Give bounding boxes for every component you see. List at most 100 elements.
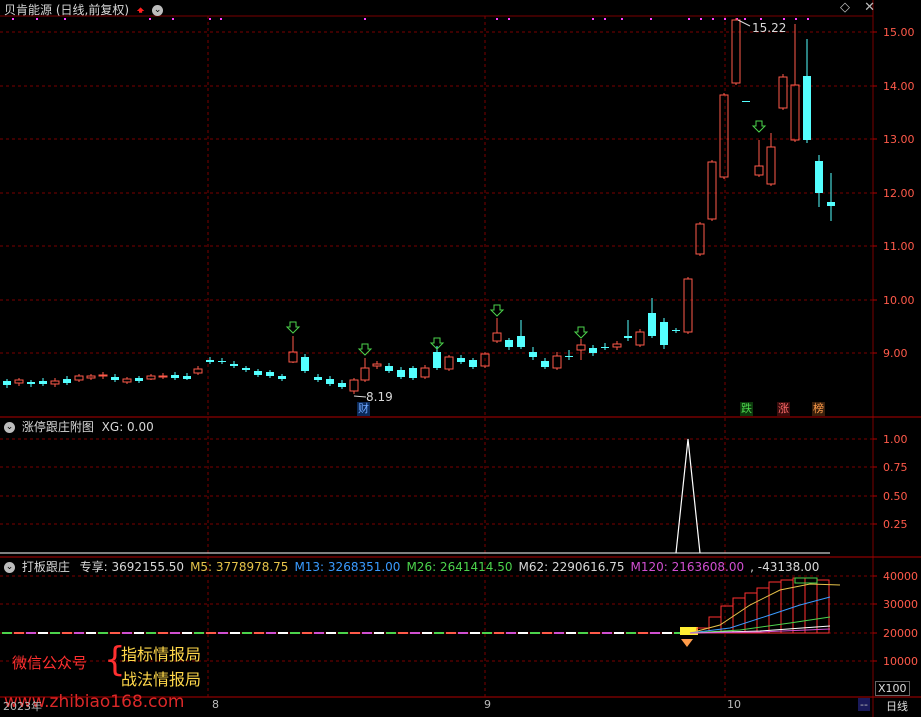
signal-dot bbox=[220, 18, 222, 20]
candle-26 bbox=[314, 374, 322, 382]
sub1-tick-label: 0.50 bbox=[883, 490, 908, 503]
candle-body bbox=[171, 375, 179, 378]
candle-39 bbox=[469, 358, 477, 369]
signal-dot bbox=[496, 18, 498, 20]
up-arrow-icon: 🠹 bbox=[136, 3, 145, 17]
candle-body bbox=[766, 146, 776, 185]
signal-dot bbox=[724, 18, 726, 20]
watermark-left: 微信公众号 bbox=[12, 654, 88, 672]
signal-dot bbox=[508, 18, 510, 20]
candle-body bbox=[326, 379, 334, 384]
candle-body bbox=[135, 378, 143, 381]
candle-body bbox=[146, 375, 156, 380]
flag-zhang[interactable]: 涨 bbox=[777, 402, 790, 416]
candle-body bbox=[301, 357, 309, 371]
axis-label-sep: 9 bbox=[484, 698, 491, 711]
candle-66 bbox=[790, 24, 800, 142]
candle-body bbox=[349, 379, 359, 392]
candle-21 bbox=[254, 369, 262, 377]
candle-body bbox=[122, 378, 132, 383]
stock-name: 贝肯能源 bbox=[4, 3, 53, 17]
candle-body bbox=[672, 330, 680, 331]
sub2-indicator-2: M13: 3268351.00 bbox=[294, 560, 401, 574]
candle-10 bbox=[122, 377, 132, 384]
window-controls: ◇ ✕ bbox=[840, 0, 875, 15]
signal-dot bbox=[592, 18, 594, 20]
price-tick-label: 12.00 bbox=[883, 187, 915, 200]
candle-2 bbox=[27, 380, 35, 387]
candle-41 bbox=[492, 318, 502, 343]
signal-dot bbox=[172, 18, 174, 20]
candle-53 bbox=[635, 329, 645, 347]
candle-37 bbox=[444, 355, 454, 371]
candle-68 bbox=[815, 155, 823, 207]
sub2-step-bar bbox=[804, 577, 818, 634]
sub1-chevron-icon[interactable]: ⌄ bbox=[4, 422, 15, 433]
candle-body bbox=[360, 367, 370, 381]
candle-body bbox=[218, 361, 226, 362]
candle-54 bbox=[648, 298, 656, 338]
flag-cai[interactable]: 财 bbox=[357, 402, 370, 416]
candle-24 bbox=[288, 336, 298, 363]
candle-3 bbox=[39, 378, 47, 386]
down-arrow-icon bbox=[285, 321, 301, 334]
chart-canvas[interactable]: 15.00 14.00 13.00 12.00 11.00 10.00 9.00 1.00 0.… bbox=[0, 0, 921, 717]
candle-16 bbox=[193, 366, 203, 375]
candle-7 bbox=[86, 374, 96, 380]
candle-body bbox=[86, 375, 96, 379]
candle-body bbox=[206, 360, 214, 362]
price-tick-label: 13.00 bbox=[883, 133, 915, 146]
price-tick-label: 14.00 bbox=[883, 80, 915, 93]
period-button[interactable]: 日线 bbox=[886, 698, 908, 714]
sub2-indicator-4: M62: 2290616.75 bbox=[518, 560, 625, 574]
down-arrow-icon bbox=[751, 120, 767, 133]
sub2-chevron-icon[interactable]: ⌄ bbox=[4, 562, 15, 573]
candle-body bbox=[803, 76, 811, 140]
candle-17 bbox=[206, 357, 214, 364]
high-price-label: 15.22 bbox=[752, 21, 786, 35]
candle-body bbox=[397, 370, 405, 377]
candle-4 bbox=[50, 378, 60, 387]
candle-body bbox=[27, 382, 35, 384]
diamond-icon[interactable]: ◇ bbox=[840, 0, 850, 15]
signal-dot bbox=[209, 18, 211, 20]
candle-body bbox=[815, 161, 823, 193]
candle-28 bbox=[338, 380, 346, 389]
sub2-green-box bbox=[794, 577, 818, 584]
candle-27 bbox=[326, 376, 334, 386]
candle-20 bbox=[242, 366, 250, 372]
sub2-tick-label: 10000 bbox=[883, 655, 918, 668]
candle-body bbox=[552, 355, 562, 369]
signal-dot bbox=[364, 18, 366, 20]
candle-57 bbox=[683, 277, 693, 334]
period-label: (日线,前复权) bbox=[55, 3, 130, 17]
candle-body bbox=[742, 101, 750, 102]
candle-47 bbox=[565, 350, 573, 360]
signal-dot bbox=[744, 18, 746, 20]
candle-51 bbox=[612, 341, 622, 350]
candle-body bbox=[683, 278, 693, 333]
candle-61 bbox=[731, 18, 741, 85]
candle-69 bbox=[827, 173, 835, 221]
sub1-xg-value: XG: 0.00 bbox=[101, 420, 154, 434]
signal-dot bbox=[760, 18, 762, 20]
flag-bang[interactable]: 榜 bbox=[812, 402, 825, 416]
flag-die[interactable]: 跌 bbox=[740, 402, 753, 416]
sub2-step-bar bbox=[744, 592, 758, 634]
candle-body bbox=[505, 340, 513, 347]
candle-6 bbox=[74, 374, 84, 382]
sub2-indicator-6: , -43138.00 bbox=[750, 560, 820, 574]
collapse-chevron-icon[interactable]: ⌄ bbox=[152, 5, 164, 16]
candle-42 bbox=[505, 338, 513, 350]
candle-38 bbox=[457, 355, 465, 364]
more-button[interactable]: -- bbox=[858, 698, 870, 711]
candle-body bbox=[242, 368, 250, 370]
signal-dot bbox=[712, 18, 714, 20]
candle-body bbox=[74, 375, 84, 381]
candle-65 bbox=[778, 74, 788, 110]
candle-body bbox=[372, 363, 382, 367]
sub1-tick-label: 0.25 bbox=[883, 518, 908, 531]
candle-60 bbox=[719, 93, 729, 179]
candle-body bbox=[278, 376, 286, 379]
close-icon[interactable]: ✕ bbox=[864, 0, 875, 15]
